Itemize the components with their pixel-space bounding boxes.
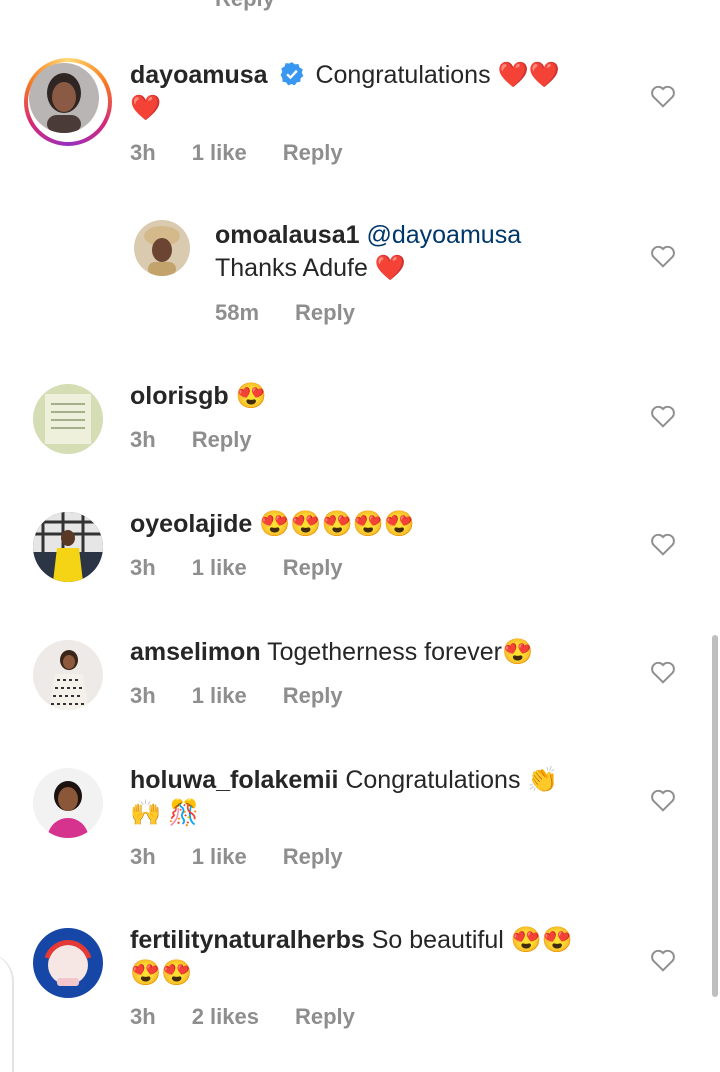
reply-button[interactable]: Reply	[283, 140, 343, 165]
comment-body: amselimon Togetherness forever😍	[130, 636, 630, 669]
comment-text: 😍	[235, 382, 267, 410]
comment-meta: 3h 2 likes Reply	[130, 1004, 391, 1030]
comment-body: fertilitynaturalherbs So beautiful 😍😍 😍😍	[130, 924, 620, 990]
comment-body: holuwa_folakemii Congratulations 👏 🙌 🎊	[130, 764, 610, 830]
likes-count[interactable]: 1 like	[192, 844, 247, 869]
avatar[interactable]	[33, 928, 103, 998]
username[interactable]: fertilitynaturalherbs	[130, 926, 365, 954]
comment-meta: 3h 1 like Reply	[130, 844, 379, 870]
avatar[interactable]	[29, 63, 99, 133]
username[interactable]: omoalausa1	[215, 221, 360, 249]
reply-button[interactable]: Reply	[295, 300, 355, 325]
heart-outline-icon[interactable]	[650, 404, 676, 428]
username[interactable]: dayoamusa	[130, 61, 268, 89]
heart-outline-icon[interactable]	[650, 532, 676, 556]
comment-meta: 3h 1 like Reply	[130, 683, 379, 709]
scrollbar[interactable]	[712, 635, 718, 997]
comment-meta: 3h 1 like Reply	[130, 555, 379, 581]
avatar[interactable]	[33, 384, 103, 454]
timestamp: 3h	[130, 427, 156, 452]
avatar[interactable]	[33, 640, 103, 710]
comment-meta: 3h 1 like Reply	[130, 140, 379, 166]
story-ring[interactable]	[24, 58, 112, 146]
reply-button[interactable]: Reply	[283, 844, 343, 869]
reply-button[interactable]: Reply	[192, 427, 252, 452]
timestamp: 3h	[130, 1004, 156, 1029]
timestamp: 3h	[130, 844, 156, 869]
comment-text: Togetherness forever😍	[267, 638, 534, 666]
likes-count[interactable]: 2 likes	[192, 1004, 259, 1029]
timestamp: 3h	[130, 555, 156, 580]
heart-outline-icon[interactable]	[650, 84, 676, 108]
timestamp: 58m	[215, 300, 260, 325]
heart-outline-icon[interactable]	[650, 788, 676, 812]
heart-outline-icon[interactable]	[650, 660, 676, 684]
comment-text-continued: 🙌 🎊	[130, 799, 200, 827]
comment-meta: 3h Reply	[130, 427, 288, 453]
mention-link[interactable]: @dayoamusa	[366, 221, 521, 249]
heart-outline-icon[interactable]	[650, 244, 676, 268]
comment-text-continued: ❤️	[130, 94, 162, 122]
screen-edge	[0, 952, 14, 1072]
reply-button[interactable]: Reply	[295, 1004, 355, 1029]
comment-text: 😍😍😍😍😍	[259, 510, 415, 538]
verified-badge-icon	[280, 62, 303, 86]
reply-button[interactable]: Reply	[283, 555, 343, 580]
avatar[interactable]	[33, 768, 103, 838]
comment-body: dayoamusa Congratulations ❤️❤️ ❤️	[130, 59, 630, 125]
avatar[interactable]	[33, 512, 103, 582]
comment-body: oyeolajide 😍😍😍😍😍	[130, 508, 630, 541]
reply-button[interactable]: Reply	[283, 683, 343, 708]
likes-count[interactable]: 1 like	[192, 140, 247, 165]
comment-body: olorisgb 😍	[130, 380, 630, 413]
timestamp: 3h	[130, 140, 156, 165]
likes-count[interactable]: 1 like	[192, 555, 247, 580]
username[interactable]: amselimon	[130, 638, 261, 666]
username[interactable]: olorisgb	[130, 382, 229, 410]
comment-text: Congratulations 👏	[345, 766, 559, 794]
likes-count[interactable]: 1 like	[192, 683, 247, 708]
timestamp: 3h	[130, 683, 156, 708]
comment-body: omoalausa1 @dayoamusa Thanks Adufe ❤️	[215, 219, 645, 285]
username[interactable]: oyeolajide	[130, 510, 252, 538]
comment-text: Thanks Adufe ❤️	[215, 254, 406, 282]
comment-text-continued: 😍😍	[130, 959, 193, 987]
comment-text: So beautiful 😍😍	[371, 926, 573, 954]
comment-text: Congratulations ❤️❤️	[315, 61, 560, 89]
comment-meta: 58m Reply	[215, 300, 391, 326]
heart-outline-icon[interactable]	[650, 948, 676, 972]
avatar[interactable]	[134, 220, 190, 276]
username[interactable]: holuwa_folakemii	[130, 766, 338, 794]
previous-reply-button[interactable]: Reply	[215, 0, 275, 12]
